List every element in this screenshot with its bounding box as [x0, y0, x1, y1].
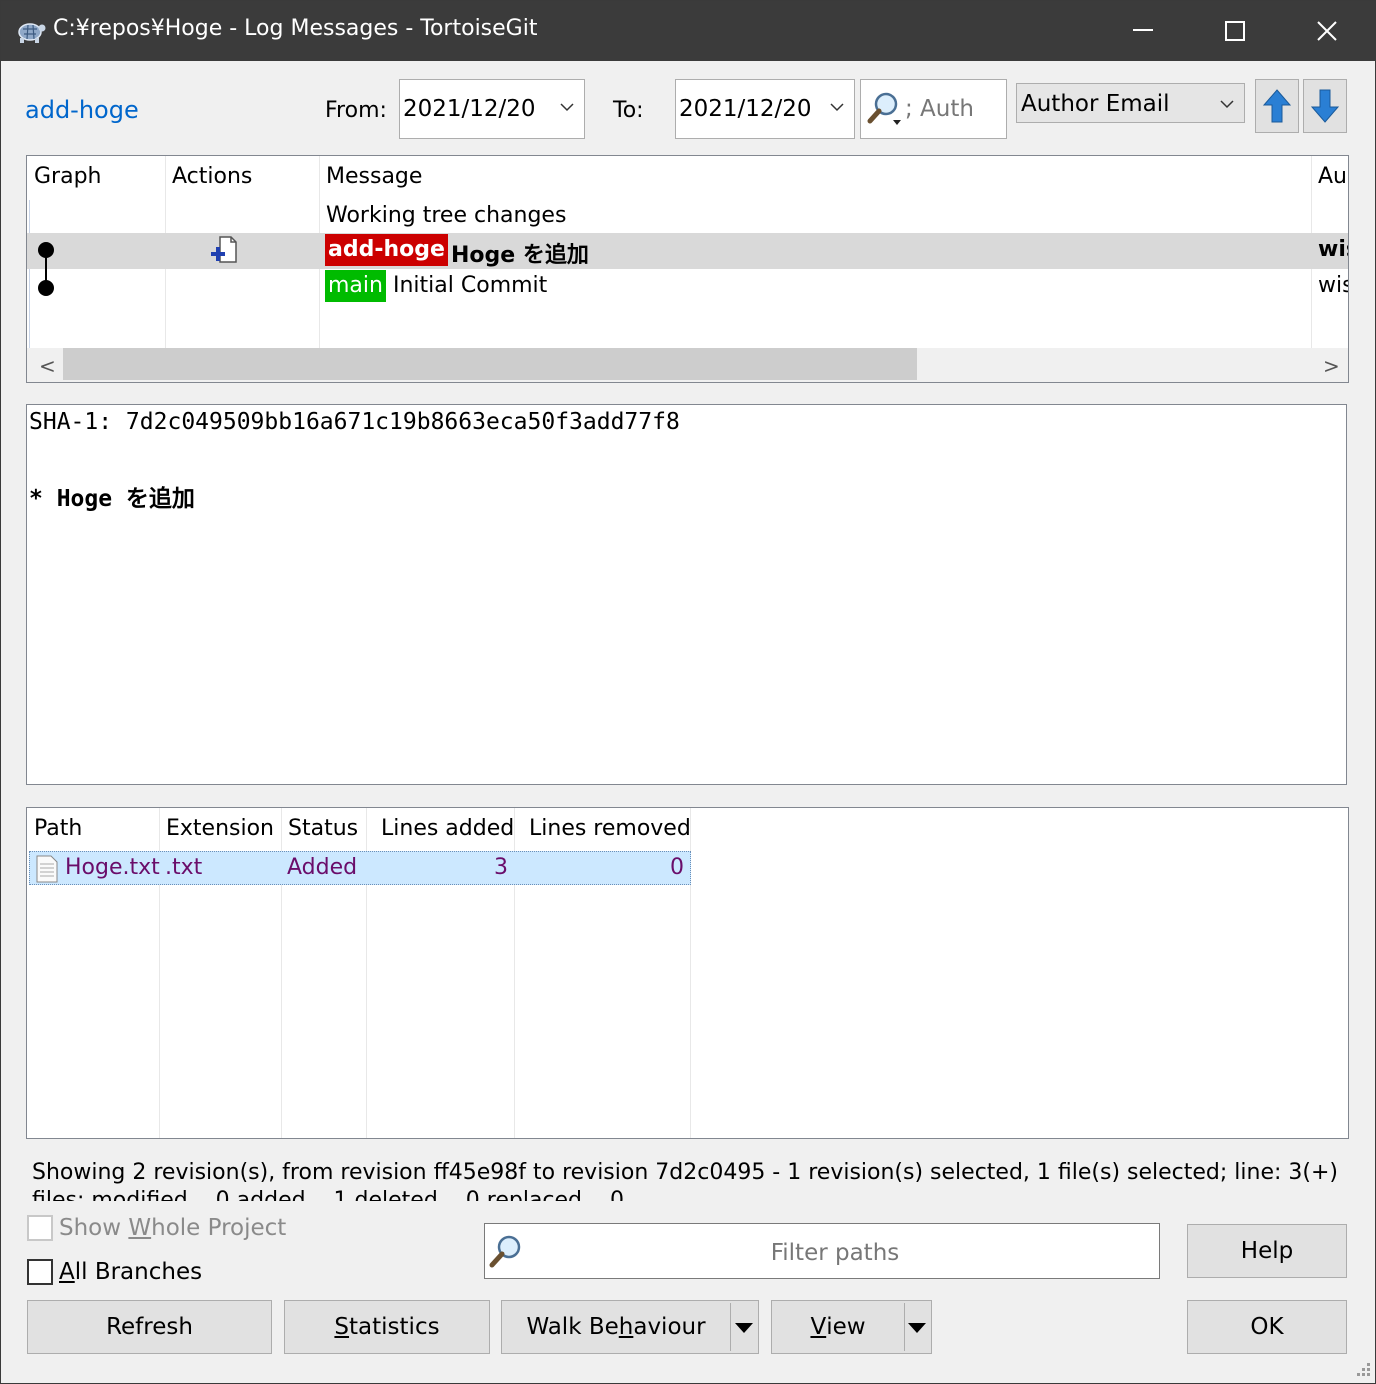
column-header-lines-added[interactable]: Lines added [381, 816, 514, 841]
search-icon [867, 92, 901, 125]
lines-removed-value: 0 [670, 855, 684, 880]
working-tree-row[interactable]: Working tree changes [326, 203, 566, 228]
sha-line: SHA-1: 7d2c049509bb16a671c19b8663eca50f3… [29, 409, 680, 435]
branch-tag: main [325, 270, 386, 302]
log-messages-window: C:¥repos¥Hoge - Log Messages - TortoiseG… [0, 0, 1376, 1384]
close-button[interactable] [1281, 1, 1373, 61]
commit-author: wis [1318, 237, 1348, 262]
column-header-actions[interactable]: Actions [172, 164, 252, 189]
filter-field-dropdown[interactable]: Author Email [1016, 83, 1245, 123]
filter-field-value: Author Email [1021, 91, 1170, 117]
maximize-button[interactable] [1189, 1, 1281, 61]
refresh-button[interactable]: Refresh [27, 1300, 272, 1354]
show-whole-project-label: Show Whole Project [59, 1215, 287, 1241]
commit-node [38, 280, 54, 296]
chevron-down-icon [560, 103, 574, 112]
view-label: View [810, 1314, 866, 1340]
search-box[interactable]: ; Auth [860, 79, 1007, 139]
file-status: Added [287, 855, 358, 880]
commit-message: Initial Commit [393, 273, 548, 298]
column-header-author[interactable]: Au [1318, 164, 1347, 189]
title-bar: C:¥repos¥Hoge - Log Messages - TortoiseG… [1, 1, 1375, 61]
horizontal-scrollbar[interactable]: < > [27, 348, 1348, 382]
file-added-icon [211, 236, 237, 263]
all-branches-checkbox[interactable] [27, 1259, 53, 1285]
table-row[interactable]: add-hoge Hoge を追加 wis [27, 233, 1348, 269]
ok-button[interactable]: OK [1187, 1300, 1347, 1354]
column-header-extension[interactable]: Extension [166, 816, 274, 841]
file-path: Hoge.txt [65, 855, 160, 880]
status-line-2: files: modified 0 added 1 deleted 0 repl… [32, 1188, 624, 1201]
to-label: To: [613, 98, 644, 123]
minimize-button[interactable] [1097, 1, 1189, 61]
resize-grip-icon[interactable] [1353, 1361, 1373, 1381]
tortoise-icon [18, 23, 46, 43]
commit-message: Hoge を追加 [451, 243, 589, 268]
walk-behaviour-button[interactable]: Walk Behaviour [501, 1300, 759, 1354]
scroll-right-arrow[interactable]: > [1323, 354, 1340, 378]
branch-tag: add-hoge [325, 234, 448, 266]
commit-details[interactable]: SHA-1: 7d2c049509bb16a671c19b8663eca50f3… [26, 404, 1347, 785]
show-whole-project-checkbox[interactable] [27, 1215, 53, 1241]
window-title: C:¥repos¥Hoge - Log Messages - TortoiseG… [53, 16, 538, 41]
minimize-icon [1133, 29, 1153, 31]
arrow-down-icon [1310, 89, 1340, 123]
to-date-value: 2021/12/20 [679, 96, 812, 122]
status-line-1: Showing 2 revision(s), from revision ff4… [32, 1160, 1342, 1185]
maximize-icon [1225, 21, 1245, 41]
status-text: Showing 2 revision(s), from revision ff4… [32, 1159, 1342, 1201]
log-list[interactable]: Graph Actions Message Au Working tree ch… [26, 155, 1349, 383]
commit-graph [38, 242, 54, 296]
dropdown-arrow-icon[interactable] [735, 1323, 753, 1333]
chevron-down-icon [830, 103, 844, 112]
table-row[interactable]: main Initial Commit wis [27, 269, 1348, 305]
changed-files-list[interactable]: Path Extension Status Lines added Lines … [26, 807, 1349, 1139]
arrow-up-icon [1262, 89, 1292, 123]
to-date-picker[interactable]: 2021/12/20 [675, 79, 855, 139]
walk-behaviour-label: Walk Behaviour [526, 1314, 706, 1340]
branch-link[interactable]: add-hoge [25, 96, 139, 124]
scrollbar-thumb[interactable] [63, 348, 917, 380]
commit-author: wis [1318, 273, 1348, 298]
table-row[interactable]: Hoge.txt .txt Added 3 0 [29, 851, 691, 885]
from-label: From: [325, 98, 387, 123]
file-extension: .txt [165, 855, 203, 880]
filter-paths-placeholder: Filter paths [770, 1240, 900, 1266]
column-header-status[interactable]: Status [288, 816, 358, 841]
column-header-lines-removed[interactable]: Lines removed [529, 816, 691, 841]
lines-added-value: 3 [494, 855, 508, 880]
dropdown-arrow-icon[interactable] [908, 1323, 926, 1333]
chevron-down-icon [1220, 100, 1234, 109]
next-match-button[interactable] [1303, 79, 1347, 133]
all-branches-label: All Branches [59, 1259, 203, 1285]
column-header-path[interactable]: Path [34, 816, 82, 841]
filter-paths-input[interactable]: Filter paths [484, 1223, 1160, 1279]
text-file-icon [36, 855, 58, 883]
previous-match-button[interactable] [1255, 79, 1299, 133]
close-icon [1317, 21, 1337, 41]
from-date-picker[interactable]: 2021/12/20 [399, 79, 585, 139]
search-placeholder: ; Auth [905, 96, 974, 122]
statistics-button[interactable]: Statistics [284, 1300, 490, 1354]
commit-body: * Hoge を追加 [29, 486, 195, 512]
help-button[interactable]: Help [1187, 1224, 1347, 1278]
commit-node [38, 242, 54, 258]
from-date-value: 2021/12/20 [403, 96, 536, 122]
scroll-left-arrow[interactable]: < [39, 354, 56, 378]
column-header-graph[interactable]: Graph [34, 164, 101, 189]
view-button[interactable]: View [771, 1300, 932, 1354]
column-header-message[interactable]: Message [326, 164, 422, 189]
